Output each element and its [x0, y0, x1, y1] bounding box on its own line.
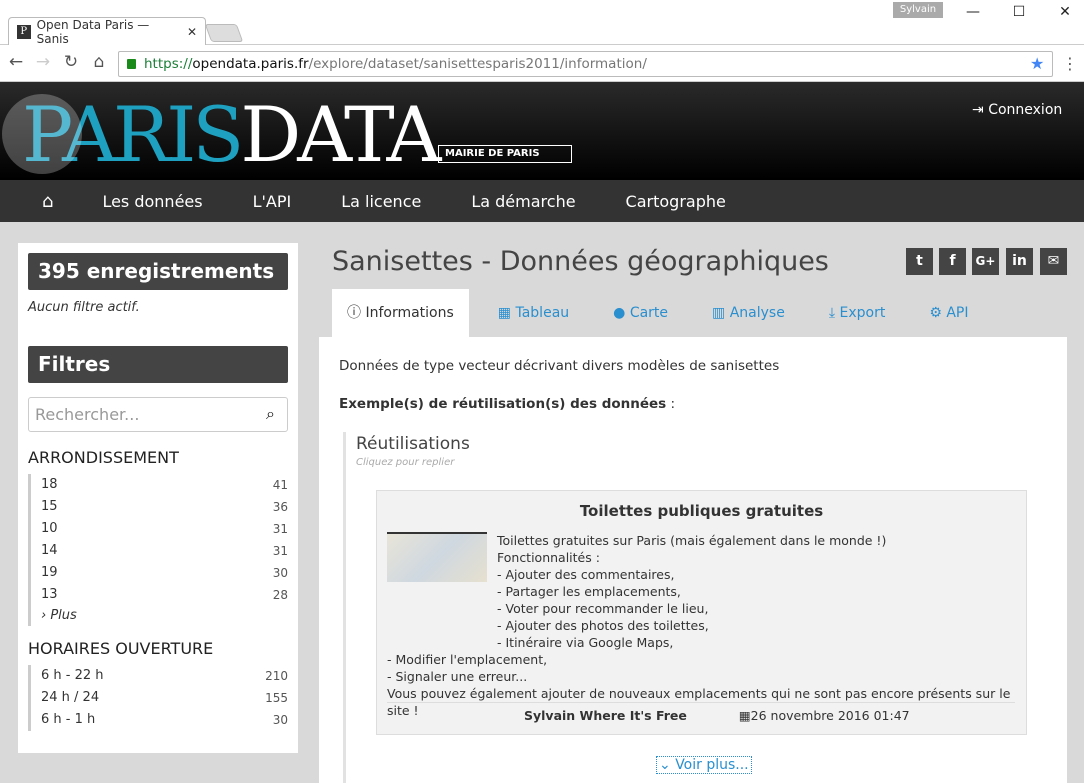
globe-icon: ● — [613, 305, 630, 321]
mairie-logo[interactable]: MAIRIE DE PARIS — [438, 145, 572, 163]
reuse-title[interactable]: Réutilisations — [356, 434, 470, 454]
menu-icon[interactable]: ⋮ — [1062, 54, 1078, 73]
tab-api[interactable]: ⚙ API — [914, 289, 983, 337]
filter-item[interactable]: 18 41 — [41, 474, 288, 496]
reuse-card-footer: Sylvain Where It's Free ▦ 26 novembre 20… — [387, 702, 1015, 723]
tab-carte[interactable]: ● Carte — [598, 289, 683, 337]
gears-icon: ⚙ — [929, 305, 947, 321]
sign-in-icon: ⇥ — [972, 102, 989, 118]
filter-item[interactable]: 13 28 — [41, 584, 288, 606]
url-input[interactable]: https://opendata.paris.fr/explore/datase… — [118, 51, 1053, 77]
favicon-icon: P — [17, 24, 31, 39]
browser-tab[interactable]: P Open Data Paris — Sanis ✕ — [8, 17, 206, 46]
new-tab-button[interactable] — [204, 24, 244, 42]
filter-item[interactable]: 19 30 — [41, 562, 288, 584]
bookmark-star-icon[interactable]: ★ — [1030, 54, 1044, 73]
url-scheme: https:// — [144, 56, 193, 72]
filter-item[interactable]: 10 31 — [41, 518, 288, 540]
search-icon[interactable]: ⌕ — [266, 404, 275, 424]
tab-export[interactable]: ⤓ Export — [814, 289, 900, 337]
record-count: 395 enregistrements — [28, 253, 288, 290]
minimize-icon[interactable]: — — [963, 4, 983, 24]
forward-icon[interactable]: → — [32, 52, 54, 74]
filter-item[interactable]: 14 31 — [41, 540, 288, 562]
tab-tableau[interactable]: ▦ Tableau — [483, 289, 584, 337]
filter-item[interactable]: 15 36 — [41, 496, 288, 518]
examples-label: Exemple(s) de réutilisation(s) des donné… — [339, 396, 676, 412]
dataset-description: Données de type vecteur décrivant divers… — [339, 358, 780, 374]
url-host: opendata.paris.fr — [192, 56, 309, 72]
filter-search-input[interactable]: Rechercher... — [28, 397, 288, 432]
reuse-author: Sylvain Where It's Free — [524, 708, 687, 723]
tab-title: Open Data Paris — Sanis — [36, 17, 150, 46]
tab-analyse[interactable]: ▥ Analyse — [697, 289, 800, 337]
nav-api[interactable]: L'API — [253, 192, 292, 211]
linkedin-icon[interactable]: in — [1006, 248, 1033, 275]
calendar-icon: ▦ — [738, 708, 751, 723]
reload-icon[interactable]: ↻ — [60, 52, 82, 74]
see-more-link[interactable]: ⌄ Voir plus... — [656, 756, 752, 774]
home-nav-icon[interactable]: ⌂ — [42, 191, 53, 212]
download-icon: ⤓ — [828, 305, 840, 321]
reuse-thumbnail-map[interactable] — [387, 532, 487, 582]
maximize-icon[interactable]: ☐ — [1009, 4, 1029, 24]
reuse-date: 26 novembre 2016 01:47 — [750, 708, 910, 723]
facebook-icon[interactable]: f — [939, 248, 966, 275]
home-icon[interactable]: ⌂ — [88, 52, 110, 74]
collapse-hint: Cliquez pour replier — [356, 457, 455, 468]
tab-informations[interactable]: ⓘ Informations — [332, 289, 469, 337]
nav-cartographe[interactable]: Cartographe — [626, 192, 726, 211]
paris-data-logo[interactable]: PARISDATA — [2, 90, 441, 180]
chart-icon: ▥ — [712, 305, 730, 321]
table-icon: ▦ — [497, 305, 516, 321]
no-filter-text: Aucun filtre actif. — [28, 300, 140, 315]
filter-item[interactable]: 6 h - 1 h 30 — [41, 709, 288, 731]
info-icon: ⓘ — [347, 305, 366, 321]
filter-item[interactable]: 6 h - 22 h 210 — [41, 665, 288, 687]
filters-title: Filtres — [28, 346, 288, 383]
twitter-icon[interactable]: t — [906, 248, 933, 275]
nav-licence[interactable]: La licence — [341, 192, 421, 211]
close-tab-icon[interactable]: ✕ — [187, 25, 197, 39]
close-window-icon[interactable]: ✕ — [1055, 4, 1075, 24]
filter-list-horaires: 6 h - 22 h 210 24 h / 24 155 6 h - 1 h 30 — [28, 665, 288, 731]
connexion-link[interactable]: ⇥ Connexion — [972, 102, 1062, 118]
filter-group-title[interactable]: HORAIRES OUVERTURE — [28, 639, 213, 658]
url-path: /explore/dataset/sanisettesparis2011/inf… — [308, 56, 647, 72]
lock-icon — [127, 59, 136, 69]
email-icon[interactable]: ✉ — [1040, 248, 1067, 275]
nav-donnees[interactable]: Les données — [102, 192, 202, 211]
reuse-card-title[interactable]: Toilettes publiques gratuites — [376, 502, 1027, 520]
filter-list-arrondissement: 18 41 15 36 10 31 14 31 19 30 13 28 › Plus — [28, 474, 288, 626]
main-nav: ⌂ Les données L'API La licence La démarc… — [0, 180, 1084, 222]
profile-user[interactable]: Sylvain — [893, 2, 943, 18]
page-title: Sanisettes - Données géographiques — [332, 246, 829, 277]
nav-demarche[interactable]: La démarche — [471, 192, 575, 211]
filter-item[interactable]: 24 h / 24 155 — [41, 687, 288, 709]
chevron-down-icon: ⌄ — [659, 757, 676, 773]
more-link[interactable]: › Plus — [41, 606, 288, 626]
dataset-tabs: ⓘ Informations ▦ Tableau ● Carte ▥ Analy… — [332, 289, 997, 337]
back-icon[interactable]: ← — [5, 52, 27, 74]
google-plus-icon[interactable]: G+ — [972, 248, 999, 275]
filter-group-title[interactable]: ARRONDISSEMENT — [28, 448, 179, 467]
